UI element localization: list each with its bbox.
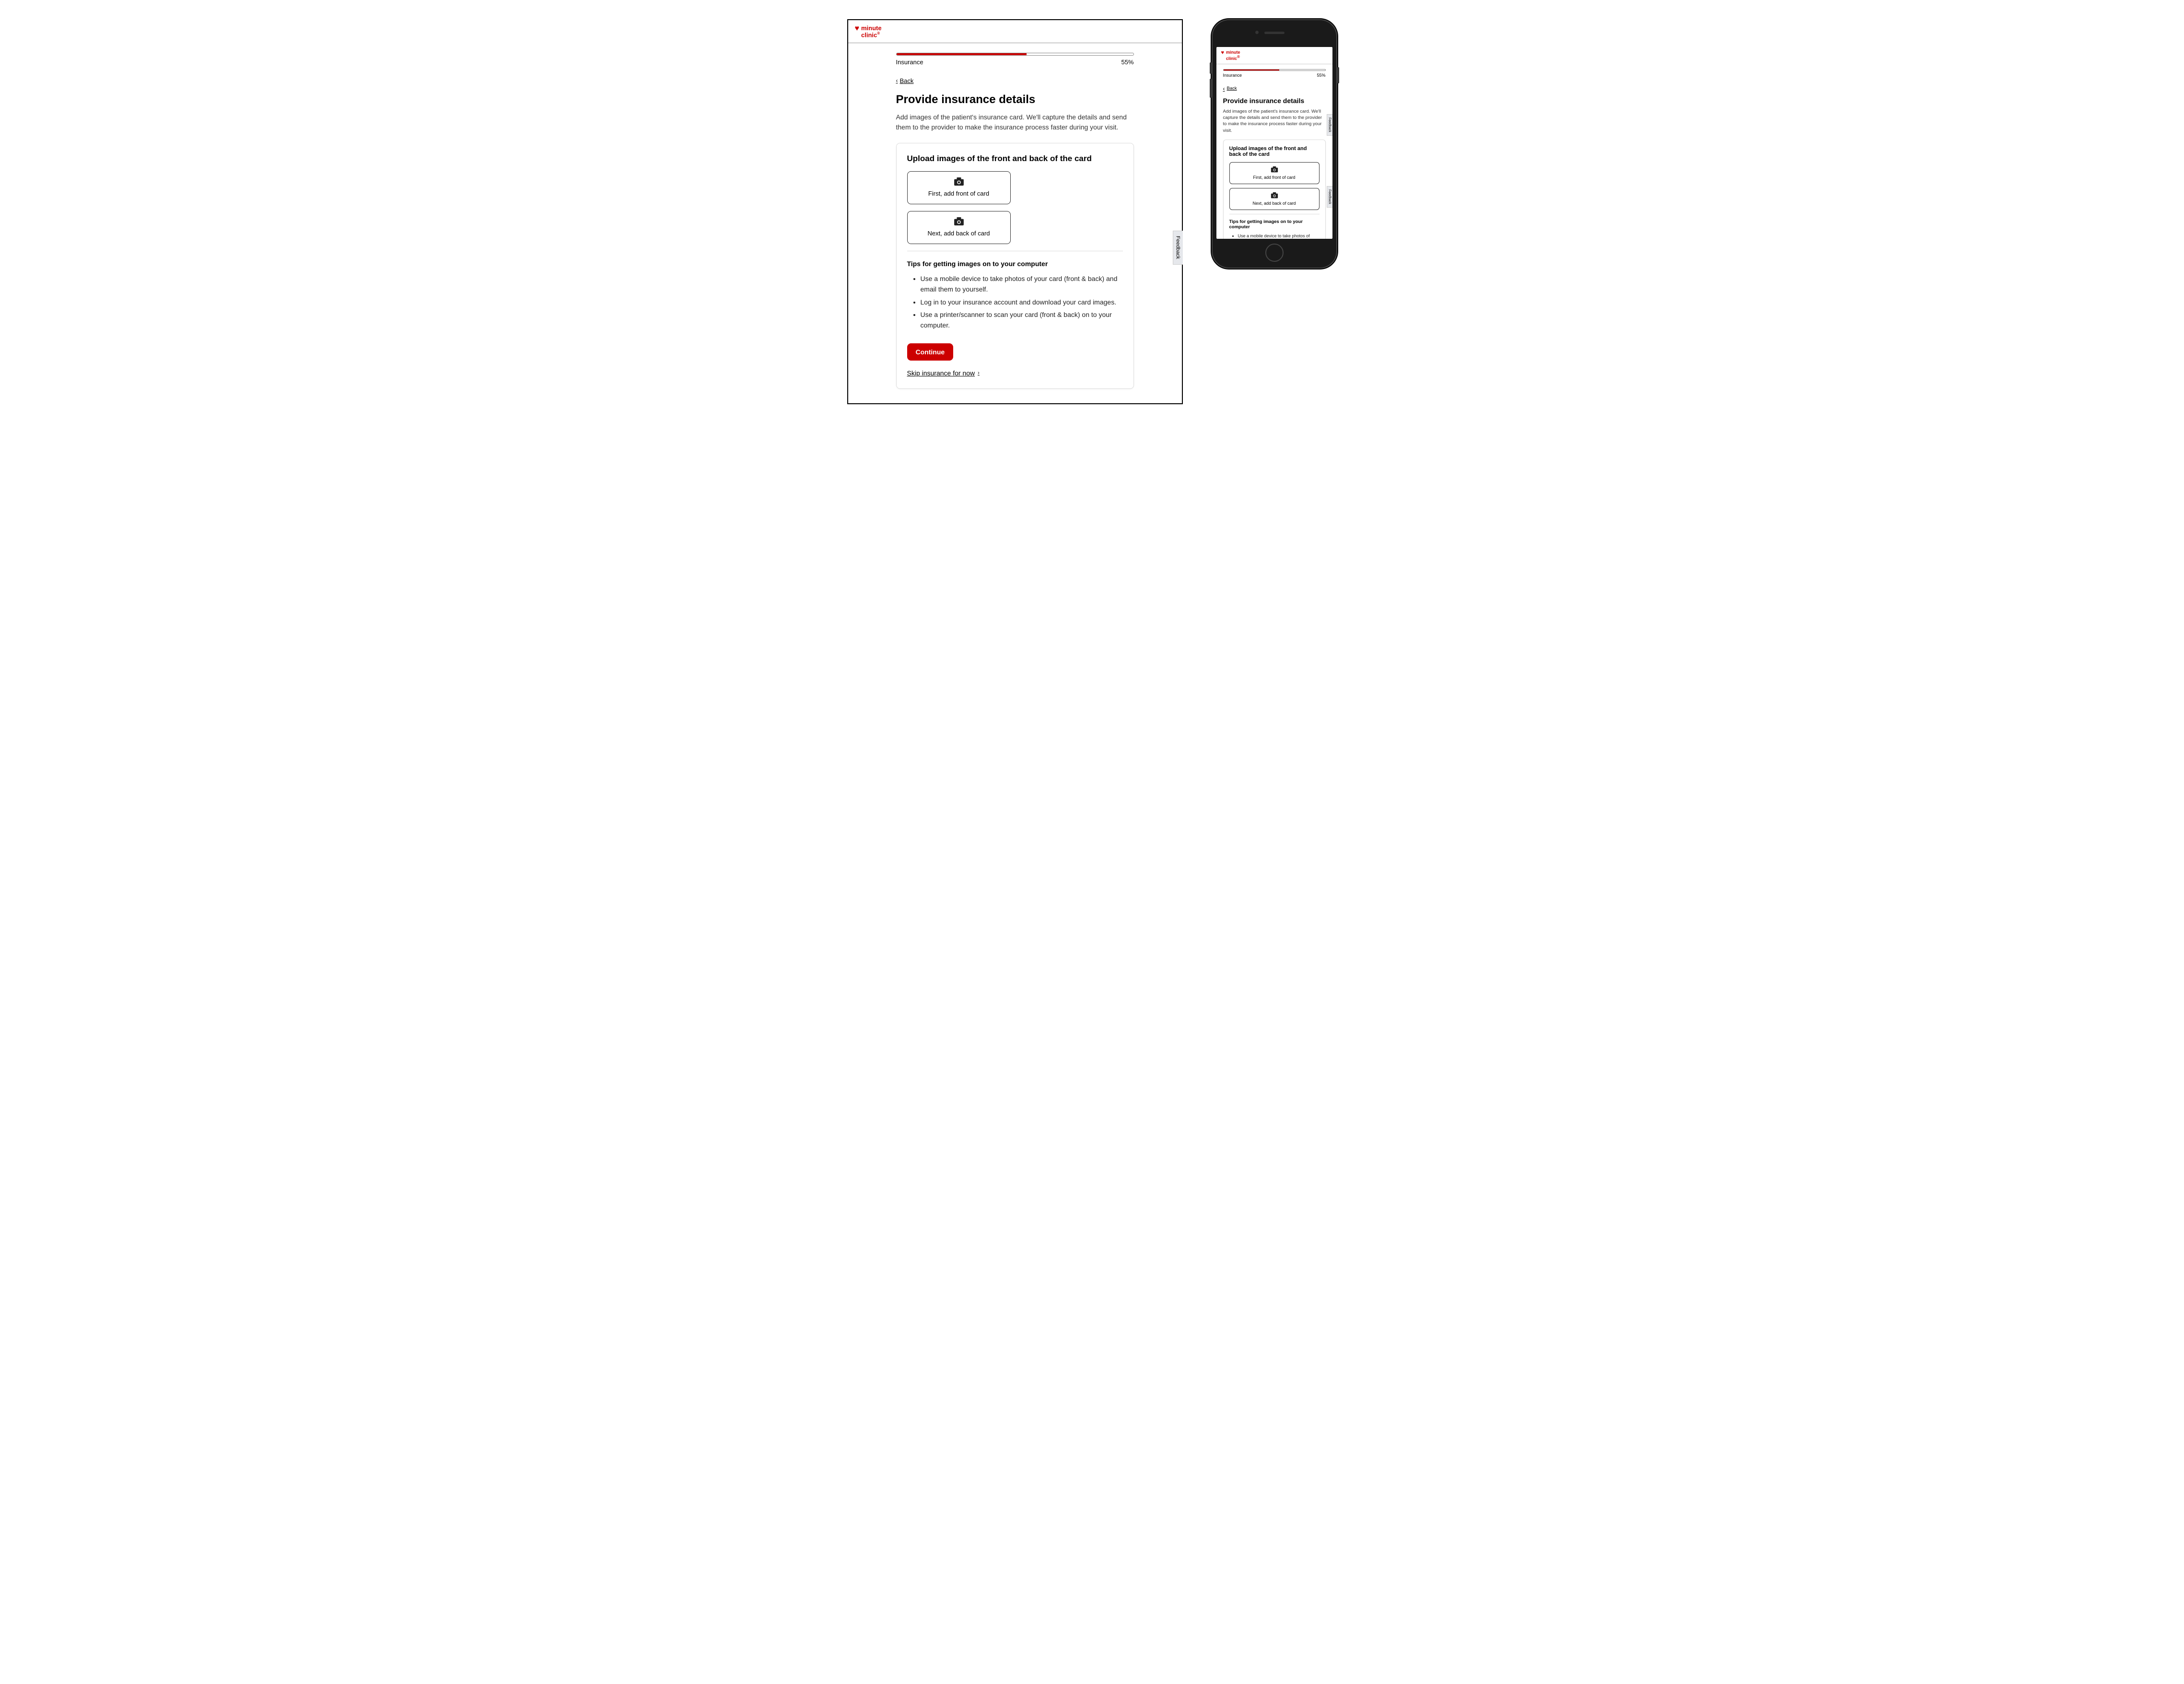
list-item: Log in to your insurance account and dow…	[921, 297, 1123, 307]
tips-heading: Tips for getting images on to your compu…	[907, 260, 1123, 268]
phone-volume-button	[1210, 79, 1212, 98]
chevron-left-icon: ‹	[896, 77, 898, 84]
upload-front-label: First, add front of card	[928, 190, 989, 197]
chevron-right-icon: ›	[978, 370, 980, 376]
tips-list: Use a mobile device to take photos of yo…	[907, 273, 1123, 331]
progress-step-label: Insurance	[896, 58, 923, 66]
desktop-viewport: ♥ minute clinic® Insurance 55% ‹ Back Pr…	[847, 19, 1183, 404]
page-title: Provide insurance details	[1223, 97, 1326, 105]
brand-text: minute clinic®	[861, 25, 882, 39]
camera-icon	[954, 177, 964, 186]
upload-back-label: Next, add back of card	[1252, 201, 1296, 206]
camera-icon	[1271, 192, 1278, 199]
heart-icon: ♥	[855, 25, 860, 33]
progress-fill	[897, 53, 1027, 55]
page-title: Provide insurance details	[896, 93, 1134, 106]
list-item: Use a mobile device to take photos of yo…	[921, 273, 1123, 295]
brand-logo: ♥ minute clinic®	[855, 25, 1175, 39]
back-link[interactable]: ‹ Back	[896, 77, 914, 84]
progress-percent: 55%	[1121, 58, 1133, 66]
heart-icon: ♥	[1221, 50, 1225, 56]
back-link-label: Back	[1227, 86, 1237, 91]
list-item: Use a mobile device to take photos of yo…	[1238, 233, 1320, 239]
page-description: Add images of the patient's insurance ca…	[896, 112, 1134, 132]
upload-back-button[interactable]: Next, add back of card	[907, 211, 1011, 244]
list-item: Use a printer/scanner to scan your card …	[921, 309, 1123, 331]
mobile-viewport: ♥ minute clinic® Insurance 55% ‹ Back Pr…	[1216, 47, 1332, 239]
page-description: Add images of the patient's insurance ca…	[1223, 108, 1326, 134]
camera-icon	[954, 217, 964, 226]
skip-link-label: Skip insurance for now	[907, 369, 975, 377]
upload-card: Upload images of the front and back of t…	[1223, 140, 1326, 239]
mobile-device-mockup: ♥ minute clinic® Insurance 55% ‹ Back Pr…	[1212, 19, 1337, 269]
tips-heading: Tips for getting images on to your compu…	[1229, 219, 1320, 230]
upload-heading: Upload images of the front and back of t…	[1229, 146, 1320, 157]
feedback-tab[interactable]: Feedback	[1327, 186, 1332, 208]
phone-power-button	[1337, 67, 1339, 83]
progress-step-label: Insurance	[1223, 73, 1242, 78]
upload-card: Upload images of the front and back of t…	[896, 143, 1134, 389]
upload-front-button[interactable]: First, add front of card	[907, 171, 1011, 204]
upload-back-label: Next, add back of card	[927, 230, 990, 237]
brand-text: minute clinic®	[1226, 50, 1240, 61]
phone-mute-switch	[1210, 62, 1212, 74]
progress-percent: 55%	[1317, 73, 1325, 78]
phone-speaker	[1264, 32, 1285, 34]
chevron-left-icon: ‹	[1223, 85, 1225, 92]
app-header: ♥ minute clinic®	[1216, 47, 1332, 64]
skip-insurance-link[interactable]: Skip insurance for now ›	[907, 369, 980, 377]
progress-bar: Insurance 55%	[1223, 69, 1326, 78]
app-header: ♥ minute clinic®	[848, 20, 1182, 43]
upload-heading: Upload images of the front and back of t…	[907, 154, 1123, 164]
tips-list: Use a mobile device to take photos of yo…	[1229, 233, 1320, 239]
phone-home-button	[1265, 244, 1284, 262]
upload-back-button[interactable]: Next, add back of card	[1229, 188, 1320, 210]
continue-button[interactable]: Continue	[907, 343, 954, 361]
back-link-label: Back	[900, 77, 914, 84]
feedback-tab[interactable]: Feedback	[1327, 114, 1332, 136]
camera-icon	[1271, 166, 1278, 173]
feedback-tab[interactable]: Feedback	[1173, 231, 1183, 264]
progress-bar: Insurance 55%	[896, 53, 1134, 66]
brand-logo: ♥ minute clinic®	[1221, 50, 1328, 61]
back-link[interactable]: ‹ Back	[1223, 85, 1237, 92]
phone-camera	[1255, 31, 1259, 34]
upload-front-label: First, add front of card	[1253, 175, 1295, 180]
upload-front-button[interactable]: First, add front of card	[1229, 162, 1320, 184]
